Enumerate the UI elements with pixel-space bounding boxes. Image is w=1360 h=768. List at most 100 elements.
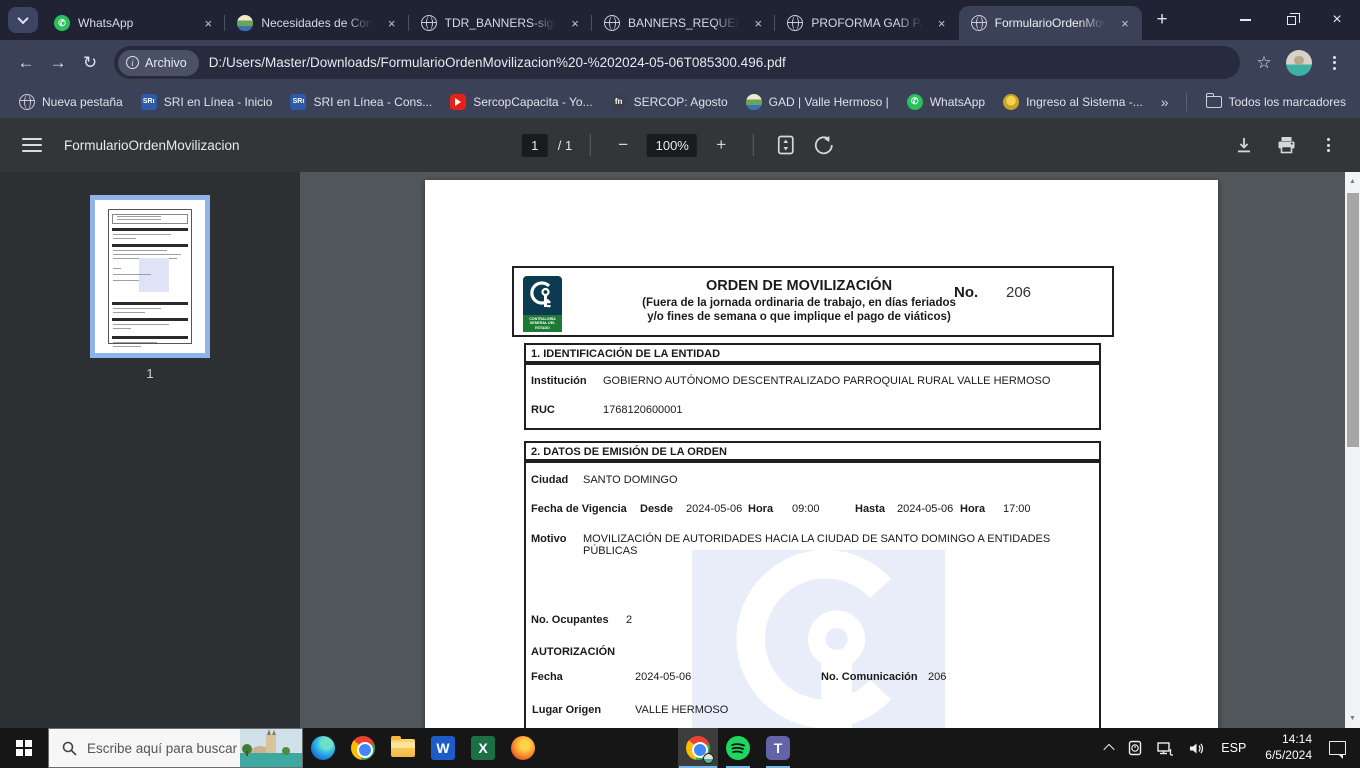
back-button[interactable]: ←: [10, 47, 42, 79]
motivo-label: Motivo: [531, 533, 567, 545]
rotate-icon: [815, 136, 834, 155]
bookmark-label: SERCOP: Agosto: [633, 94, 728, 109]
tab-whatsapp[interactable]: ✆ WhatsApp ×: [42, 6, 226, 40]
search-highlight-image[interactable]: [240, 729, 302, 767]
zoom-in-button[interactable]: +: [707, 131, 735, 159]
hora2-label: Hora: [960, 503, 986, 515]
tray-volume[interactable]: [1181, 728, 1212, 768]
address-bar[interactable]: i Archivo D:/Users/Master/Downloads/Form…: [114, 46, 1240, 79]
app-chrome[interactable]: [343, 728, 383, 768]
cge-logo: CONTRALORÍA GENERAL DEL ESTADO: [523, 276, 562, 332]
bookmark-nueva-pestana[interactable]: Nueva pestaña: [10, 90, 132, 114]
start-button[interactable]: [0, 728, 48, 768]
ciudad-label: Ciudad: [531, 474, 569, 486]
bookmark-whatsapp[interactable]: ✆ WhatsApp: [898, 90, 994, 114]
vertical-scrollbar[interactable]: ▲ ▼: [1345, 172, 1360, 728]
bookmark-label: SRI en Línea - Inicio: [163, 94, 273, 109]
system-tray: ESP 14:14 6/5/2024: [1098, 728, 1360, 768]
zoom-level[interactable]: 100%: [647, 133, 698, 157]
restore-button[interactable]: [1268, 0, 1314, 40]
close-icon[interactable]: ×: [199, 14, 217, 32]
close-icon[interactable]: ×: [933, 14, 951, 32]
teams-icon: T: [766, 736, 790, 760]
fecha-label: Fecha: [531, 671, 563, 683]
tab-label: TDR_BANNERS-signe: [444, 16, 558, 30]
institucion-value: GOBIERNO AUTÓNOMO DESCENTRALIZADO PARROQ…: [603, 375, 1051, 387]
url-text[interactable]: D:/Users/Master/Downloads/FormularioOrde…: [209, 55, 786, 70]
tab-label: WhatsApp: [78, 16, 134, 30]
bookmark-sri-consultas[interactable]: SRı SRI en Línea - Cons...: [281, 90, 441, 114]
scrollbar-thumb[interactable]: [1346, 193, 1359, 447]
bookmarks-overflow-button[interactable]: »: [1152, 90, 1176, 114]
tray-network[interactable]: [1150, 728, 1181, 768]
alarm-icon: [1129, 740, 1142, 756]
doc-subtitle-line1: (Fuera de la jornada ordinaria de trabaj…: [642, 297, 956, 309]
zoom-out-button[interactable]: −: [609, 131, 637, 159]
close-icon[interactable]: ×: [383, 14, 401, 32]
bookmark-sercop-agosto[interactable]: fn SERCOP: Agosto: [602, 90, 737, 114]
forward-button[interactable]: →: [42, 47, 74, 79]
search-placeholder: Escribe aquí para buscar: [87, 740, 238, 756]
app-chrome-active[interactable]: [678, 728, 718, 768]
tab-proforma[interactable]: PROFORMA GAD PAR ×: [775, 6, 958, 40]
rotate-button[interactable]: [810, 131, 838, 159]
close-window-button[interactable]: ×: [1314, 0, 1360, 40]
close-icon[interactable]: ×: [1116, 14, 1134, 32]
page-number-input[interactable]: 1: [521, 133, 548, 157]
ciudad-value: SANTO DOMINGO: [583, 474, 678, 486]
autorizacion-label: AUTORIZACIÓN: [531, 646, 616, 658]
windows-icon: [16, 740, 32, 756]
tray-alarms[interactable]: [1120, 728, 1150, 768]
bookmark-ingreso-sistema[interactable]: Ingreso al Sistema -...: [994, 90, 1152, 114]
pdf-menu-button[interactable]: [1314, 131, 1342, 159]
comunicacion-value: 206: [928, 671, 947, 683]
file-mode-chip[interactable]: i Archivo: [118, 49, 199, 76]
bookmarks-right-group: » Todos los marcadores: [1152, 90, 1355, 114]
action-center-button[interactable]: [1322, 728, 1360, 768]
close-icon[interactable]: ×: [566, 14, 584, 32]
reload-button[interactable]: ↻: [74, 47, 106, 79]
app-spotify[interactable]: [718, 728, 758, 768]
taskbar-search[interactable]: Escribe aquí para buscar: [48, 728, 303, 768]
tab-formulario-active[interactable]: FormularioOrdenMov ×: [958, 6, 1142, 40]
app-edge[interactable]: [303, 728, 343, 768]
tab-search-button[interactable]: [8, 7, 38, 33]
scroll-down-arrow[interactable]: ▼: [1345, 711, 1360, 726]
bookmark-sri-inicio[interactable]: SRı SRI en Línea - Inicio: [132, 90, 282, 114]
close-icon[interactable]: ×: [749, 14, 767, 32]
print-icon: [1278, 137, 1294, 154]
app-teams[interactable]: T: [758, 728, 798, 768]
browser-menu-button[interactable]: [1318, 47, 1350, 79]
bookmark-gad-valle-hermoso[interactable]: GAD | Valle Hermoso |: [737, 90, 898, 114]
language-indicator[interactable]: ESP: [1212, 728, 1255, 768]
app-word[interactable]: W: [423, 728, 463, 768]
new-tab-button[interactable]: +: [1148, 6, 1176, 34]
tab-banners-requerim[interactable]: BANNERS_REQUERIM ×: [592, 6, 776, 40]
fit-page-button[interactable]: [772, 131, 800, 159]
bookmark-star-button[interactable]: ☆: [1248, 47, 1280, 79]
page-thumbnail[interactable]: [90, 195, 210, 358]
bookmark-sercopcapacita[interactable]: SercopCapacita - Yo...: [441, 90, 601, 114]
tray-expand-button[interactable]: [1098, 728, 1120, 768]
app-firefox[interactable]: [503, 728, 543, 768]
browser-tab-strip: ✆ WhatsApp × Necesidades de Cont × TDR_B…: [0, 0, 1360, 40]
globe-icon: [787, 15, 804, 31]
clock[interactable]: 14:14 6/5/2024: [1255, 728, 1322, 768]
app-file-explorer[interactable]: [383, 728, 423, 768]
print-button[interactable]: [1272, 131, 1300, 159]
ocupantes-label: No. Ocupantes: [531, 614, 609, 626]
tab-tdr-banners[interactable]: TDR_BANNERS-signe ×: [409, 6, 592, 40]
all-bookmarks-button[interactable]: Todos los marcadores: [1197, 90, 1355, 114]
menu-hamburger-icon[interactable]: [22, 138, 42, 152]
doc-no-value: 206: [1006, 284, 1032, 301]
minimize-button[interactable]: [1222, 0, 1268, 40]
ocupantes-value: 2: [626, 614, 633, 626]
cge-logo-caption: CONTRALORÍA GENERAL DEL ESTADO: [523, 315, 562, 332]
word-icon: W: [431, 736, 455, 760]
profile-avatar[interactable]: [1286, 49, 1312, 76]
scroll-up-arrow[interactable]: ▲: [1345, 174, 1360, 189]
app-excel[interactable]: X: [463, 728, 503, 768]
tab-necesidades[interactable]: Necesidades de Cont ×: [225, 6, 409, 40]
download-button[interactable]: [1230, 131, 1258, 159]
hasta-value: 2024-05-06: [897, 503, 954, 515]
